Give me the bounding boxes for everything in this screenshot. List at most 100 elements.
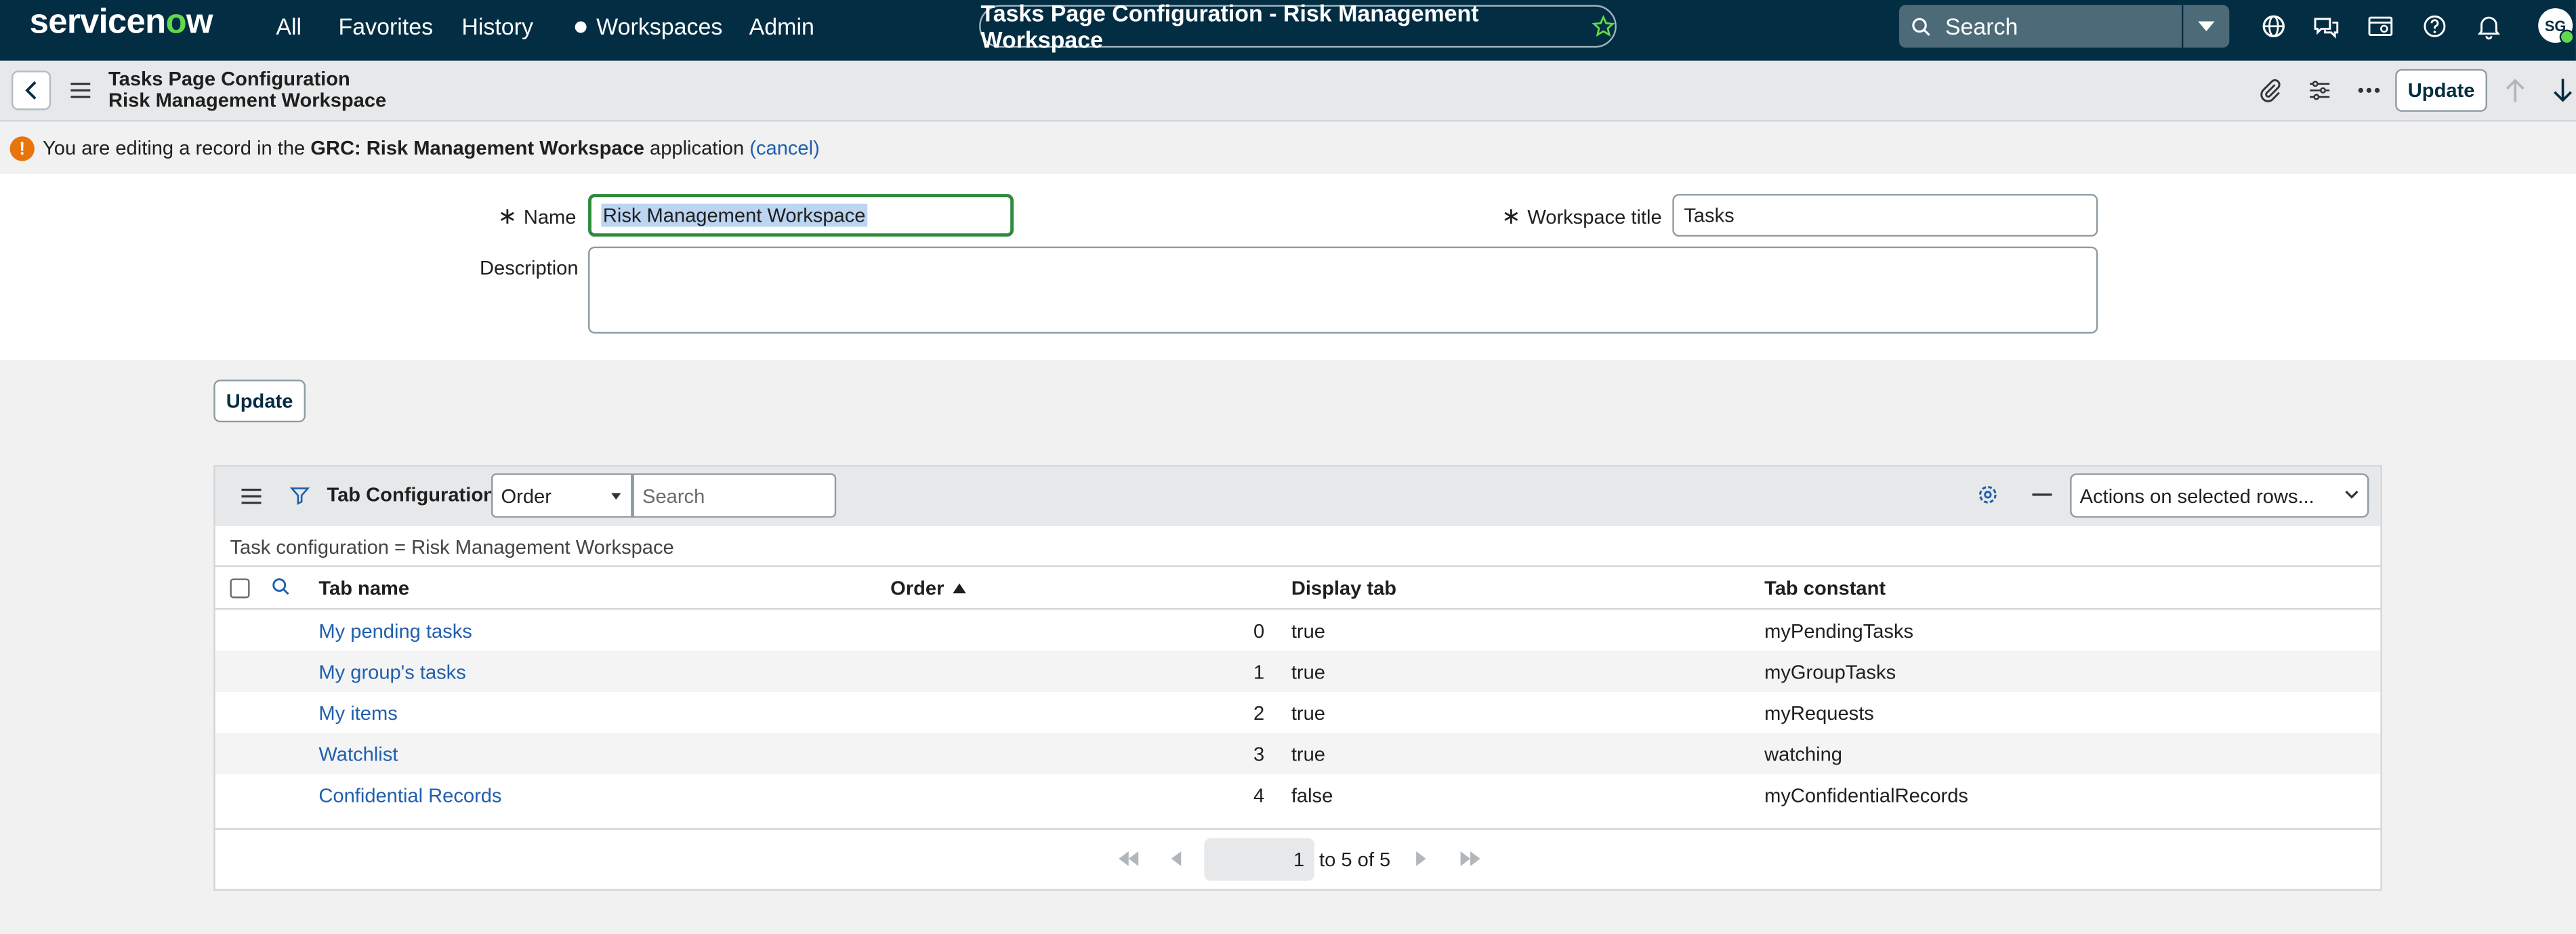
workspace-title-label: ∗ Workspace title (1501, 202, 1662, 229)
record-form: ∗ Name Risk Management Workspace ∗ Workspa… (0, 174, 2576, 361)
bell-icon[interactable] (2474, 12, 2504, 41)
column-header-tab-name[interactable]: Tab name (318, 577, 409, 600)
pager-range: to 5 of 5 (1319, 848, 1391, 872)
order-cell: 3 (1253, 742, 1265, 766)
header-update-button[interactable]: Update (2395, 68, 2487, 112)
tab-name-link[interactable]: My group's tasks (318, 661, 465, 684)
order-cell: 0 (1253, 620, 1265, 643)
update-button[interactable]: Update (213, 380, 306, 423)
nav-workspaces[interactable]: Workspaces (575, 13, 722, 39)
search-column-select[interactable]: Order (491, 473, 633, 518)
paperclip-icon[interactable] (2258, 77, 2284, 104)
form-header: Tasks Page Configuration Risk Management… (0, 60, 2576, 122)
tab-constant-cell: myPendingTasks (1764, 620, 1914, 643)
select-all-checkbox[interactable] (230, 578, 250, 598)
notice-text: You are editing a record in the GRC: Ris… (43, 136, 820, 159)
divider (215, 565, 2381, 567)
notice-suffix: application (650, 136, 745, 160)
page: servicenow All Favorites History Workspa… (0, 0, 2576, 933)
name-field[interactable]: Risk Management Workspace (588, 194, 1014, 237)
tab-name-link[interactable]: My items (318, 702, 397, 725)
next-page-icon[interactable] (1416, 851, 1426, 866)
table-row: Watchlist 3 true watching (215, 733, 2381, 775)
order-cell: 2 (1253, 702, 1265, 725)
order-select-value: Order (501, 484, 552, 508)
list-title: Tab Configurations (327, 483, 507, 506)
table-row: My group's tasks 1 true myGroupTasks (215, 651, 2381, 692)
edit-notice: ! You are editing a record in the GRC: R… (0, 121, 2576, 175)
search-icon (1911, 16, 1932, 37)
list-settings-gear-icon[interactable] (1976, 483, 1999, 506)
global-search-input[interactable]: Search (1898, 5, 2182, 48)
first-page-icon[interactable] (1119, 851, 1139, 866)
form-context-menu-icon[interactable] (70, 82, 91, 98)
notice-app-name: GRC: Risk Management Workspace (310, 136, 644, 160)
record-title-pill[interactable]: Tasks Page Configuration - Risk Manageme… (979, 0, 1617, 53)
star-icon[interactable] (1592, 14, 1615, 38)
workspace-title-value: Tasks (1684, 203, 1734, 227)
globe-icon[interactable] (2259, 12, 2289, 41)
top-nav: servicenow All Favorites History Workspa… (0, 0, 2576, 61)
personalize-sliders-icon[interactable] (2306, 77, 2333, 104)
required-icon: ∗ (497, 202, 518, 229)
nav-favorites[interactable]: Favorites (338, 13, 433, 39)
nav-history[interactable]: History (461, 13, 533, 39)
nav-all[interactable]: All (276, 13, 302, 39)
previous-page-icon[interactable] (1171, 851, 1182, 866)
display-tab-cell: true (1291, 742, 1325, 766)
description-field[interactable] (588, 246, 2098, 334)
form-title-line2: Risk Management Workspace (108, 88, 387, 112)
more-options-icon[interactable] (2357, 87, 2380, 94)
column-header-display-tab[interactable]: Display tab (1291, 577, 1396, 600)
back-button[interactable] (11, 70, 51, 110)
cancel-link[interactable]: (cancel) (749, 136, 820, 159)
display-tab-cell: false (1291, 784, 1333, 807)
help-icon[interactable] (2420, 12, 2450, 41)
next-record-arrow-icon[interactable] (2552, 77, 2575, 104)
list-toolbar: Tab Configurations Order Search Actions … (215, 466, 2381, 526)
chevron-left-icon (23, 81, 39, 100)
servicenow-logo[interactable]: servicenow (30, 3, 213, 43)
page-number-input[interactable]: 1 (1204, 838, 1314, 881)
presence-status-icon (2559, 29, 2575, 45)
actions-on-selected-rows-select[interactable]: Actions on selected rows... (2070, 473, 2369, 518)
order-cell: 4 (1253, 784, 1265, 807)
filter-breadcrumb[interactable]: Task configuration = Risk Management Wor… (230, 535, 673, 559)
order-cell: 1 (1253, 660, 1265, 684)
inbox-icon[interactable] (2366, 12, 2396, 41)
previous-record-arrow-icon[interactable] (2504, 77, 2527, 104)
required-icon: ∗ (1501, 202, 1521, 229)
workspace-title-field[interactable]: Tasks (1672, 194, 2098, 237)
form-title-line1: Tasks Page Configuration (108, 67, 350, 91)
filter-icon[interactable] (289, 485, 311, 506)
caret-down-icon (610, 493, 621, 500)
display-tab-cell: true (1291, 620, 1325, 643)
display-tab-cell: true (1291, 660, 1325, 684)
notice-prefix: You are editing a record in the (43, 136, 306, 160)
column-header-tab-constant[interactable]: Tab constant (1764, 577, 1886, 600)
collapse-list-icon[interactable] (2032, 493, 2052, 496)
tab-name-link[interactable]: Confidential Records (318, 784, 501, 807)
chat-icon[interactable] (2312, 12, 2342, 41)
tab-name-link[interactable]: Watchlist (318, 743, 398, 766)
display-tab-cell: true (1291, 702, 1325, 725)
tab-name-link[interactable]: My pending tasks (318, 620, 472, 643)
nav-admin[interactable]: Admin (749, 13, 814, 39)
tab-constant-cell: myRequests (1764, 702, 1874, 725)
chevron-down-icon (2344, 490, 2359, 500)
search-scope-dropdown[interactable] (2182, 5, 2230, 48)
table-row: My pending tasks 0 true myPendingTasks (215, 610, 2381, 651)
table-row: Confidential Records 4 false myConfident… (215, 774, 2381, 815)
column-search-icon[interactable] (271, 577, 291, 596)
name-label: ∗ Name (497, 202, 577, 229)
last-page-icon[interactable] (1460, 851, 1480, 866)
sort-ascending-icon (952, 583, 965, 594)
tab-configurations-list: Tab Configurations Order Search Actions … (213, 465, 2382, 891)
global-search-placeholder: Search (1945, 13, 2018, 40)
column-header-order[interactable]: Order (890, 577, 965, 600)
list-search-input[interactable]: Search (632, 473, 837, 518)
actions-select-value: Actions on selected rows... (2079, 484, 2314, 508)
list-context-menu-icon[interactable] (241, 488, 262, 504)
tab-constant-cell: watching (1764, 742, 1842, 766)
tab-constant-cell: myGroupTasks (1764, 660, 1896, 684)
